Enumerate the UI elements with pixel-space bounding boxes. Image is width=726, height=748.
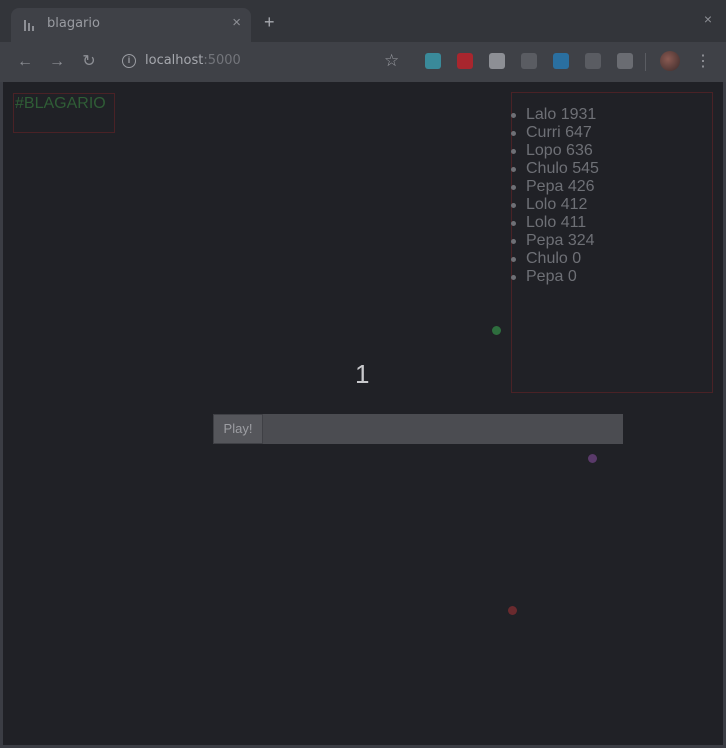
address-bar[interactable]: i localhost:5000 [112, 48, 412, 76]
bookmark-star-icon[interactable]: ☆ [384, 50, 399, 72]
tab-title: blagario [47, 16, 100, 31]
anchor-extension-icon[interactable] [585, 53, 601, 69]
new-tab-icon[interactable]: + [264, 13, 275, 31]
leaderboard-entry: Lolo 411 [511, 214, 712, 232]
leaderboard-panel: Lalo 1931 Curri 647 Lopo 636 Chulo 545 Pepa … [511, 92, 713, 393]
lt-extension-icon[interactable] [425, 53, 441, 69]
player-name-input[interactable] [263, 414, 623, 444]
leaderboard-entry: Pepa 0 [511, 268, 712, 286]
game-title: #BLAGARIO [15, 95, 106, 112]
box-extension-icon[interactable] [521, 53, 537, 69]
game-canvas[interactable]: #BLAGARIO Lalo 1931 Curri 647 Lopo 636 Chul… [3, 82, 723, 745]
forward-icon[interactable]: → [46, 51, 68, 73]
site-info-icon[interactable]: i [122, 54, 136, 68]
leaderboard-entry: Chulo 0 [511, 250, 712, 268]
play-button[interactable]: Play! [213, 414, 263, 444]
tab-strip: blagario × + × [0, 0, 726, 42]
red-cell-blob [508, 606, 517, 615]
url-text[interactable]: localhost:5000 [145, 53, 241, 68]
browser-toolbar: ← → ↻ i localhost:5000 ☆ ⋮ [0, 42, 726, 82]
leaderboard-entry: Pepa 426 [511, 178, 712, 196]
url-host: localhost [145, 53, 204, 68]
purple-cell-blob [588, 454, 597, 463]
browser-tab[interactable]: blagario × [11, 8, 251, 42]
url-port: :5000 [203, 53, 241, 68]
title-panel: #BLAGARIO [13, 93, 115, 133]
play-form: Play! [213, 414, 623, 444]
browser-menu-icon[interactable]: ⋮ [695, 51, 711, 73]
leaderboard-entry: Lalo 1931 [511, 106, 712, 124]
leaderboard-entry: Lolo 412 [511, 196, 712, 214]
vue-extension-icon[interactable] [617, 53, 633, 69]
opera-extension-icon[interactable] [457, 53, 473, 69]
page-favicon-icon [24, 20, 34, 31]
leaderboard-entry: Chulo 545 [511, 160, 712, 178]
back-icon[interactable]: ← [14, 51, 36, 73]
profile-avatar[interactable] [660, 51, 680, 71]
grid-extension-icon[interactable] [489, 53, 505, 69]
leaderboard-entry: Pepa 324 [511, 232, 712, 250]
green-cell-blob [492, 326, 501, 335]
reload-icon[interactable]: ↻ [78, 51, 100, 73]
leaderboard-entry: Lopo 636 [511, 142, 712, 160]
window-close-icon[interactable]: × [704, 12, 712, 26]
tab-close-icon[interactable]: × [232, 15, 241, 30]
countdown-counter: 1 [355, 359, 370, 389]
h-extension-icon[interactable] [553, 53, 569, 69]
toolbar-divider [645, 53, 646, 71]
leaderboard-entry: Curri 647 [511, 124, 712, 142]
leaderboard-list: Lalo 1931 Curri 647 Lopo 636 Chulo 545 Pepa … [511, 106, 712, 286]
